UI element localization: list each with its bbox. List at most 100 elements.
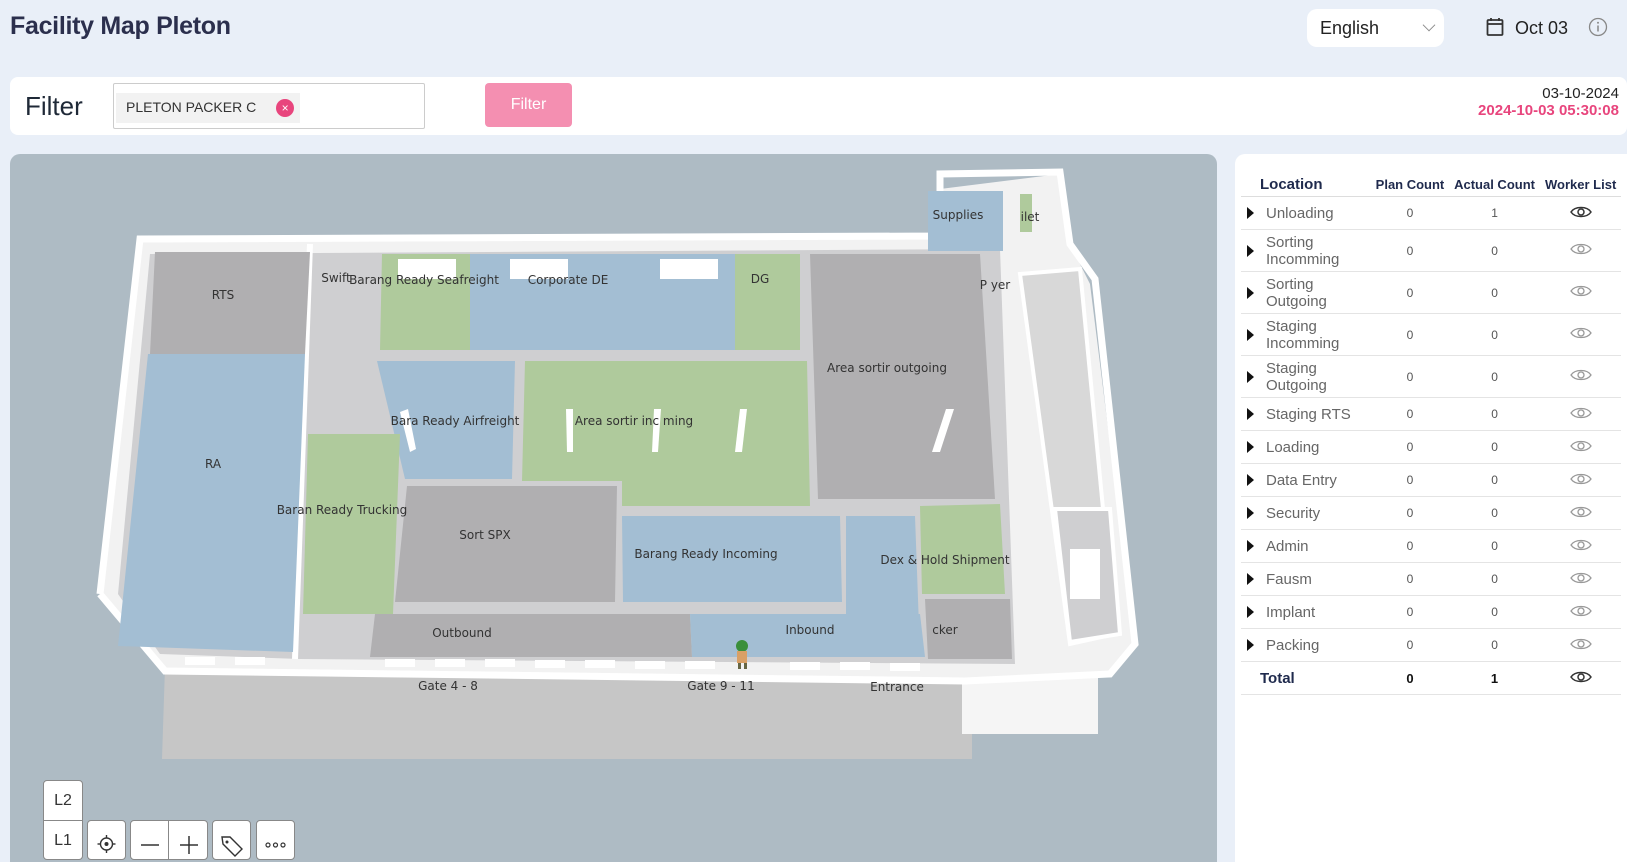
- expand-icon[interactable]: [1247, 370, 1254, 383]
- expand-icon[interactable]: [1247, 606, 1254, 619]
- table-row[interactable]: Staging Outgoing 0 0: [1241, 355, 1621, 398]
- table-row[interactable]: Loading 0 0: [1241, 430, 1621, 464]
- expand-icon[interactable]: [1247, 328, 1254, 341]
- worker-list-cell[interactable]: [1540, 196, 1621, 230]
- expand-icon[interactable]: [1247, 244, 1254, 257]
- eye-icon[interactable]: [1569, 572, 1592, 588]
- total-worker-list[interactable]: [1540, 661, 1621, 695]
- map-label-dex-hold: Dex & Hold Shipment: [880, 553, 1009, 567]
- report-datetime: 2024-10-03 05:30:08: [1478, 102, 1619, 119]
- zone-outbound: [370, 614, 692, 657]
- table-row[interactable]: Security 0 0: [1241, 496, 1621, 530]
- table-row[interactable]: Admin 0 0: [1241, 529, 1621, 563]
- location-cell[interactable]: Data Entry: [1241, 463, 1372, 497]
- location-cell[interactable]: Staging RTS: [1241, 397, 1372, 431]
- eye-icon[interactable]: [1569, 440, 1592, 456]
- eye-icon[interactable]: [1569, 206, 1592, 222]
- level-l1-button[interactable]: L1: [43, 820, 83, 860]
- language-select[interactable]: English: [1307, 9, 1444, 47]
- eye-icon[interactable]: [1569, 638, 1592, 654]
- plan-count-cell: 0: [1371, 397, 1449, 431]
- eye-icon[interactable]: [1569, 243, 1592, 259]
- location-cell[interactable]: Admin: [1241, 529, 1372, 563]
- worker-list-cell[interactable]: [1540, 397, 1621, 431]
- expand-icon[interactable]: [1247, 286, 1254, 299]
- table-row[interactable]: Staging RTS 0 0: [1241, 397, 1621, 431]
- expand-icon[interactable]: [1247, 207, 1254, 220]
- location-cell[interactable]: Sorting Incomming: [1241, 229, 1372, 272]
- eye-icon[interactable]: [1569, 671, 1592, 687]
- level-l2-button[interactable]: L2: [43, 780, 83, 821]
- chip-remove-icon[interactable]: ×: [276, 99, 295, 117]
- expand-icon[interactable]: [1247, 639, 1254, 652]
- eye-icon[interactable]: [1569, 327, 1592, 343]
- map-label-swift: Swift: [321, 271, 351, 285]
- location-cell[interactable]: Unloading: [1241, 196, 1372, 230]
- worker-list-cell[interactable]: [1540, 529, 1621, 563]
- worker-list-cell[interactable]: [1540, 562, 1621, 596]
- map-label-sortir-incoming: Area sortir inc ming: [575, 414, 693, 428]
- location-cell[interactable]: Implant: [1241, 595, 1372, 629]
- eye-icon[interactable]: [1569, 506, 1592, 522]
- locate-icon: [97, 835, 116, 853]
- worker-list-cell[interactable]: [1540, 355, 1621, 398]
- map-label-prayer: P yer: [980, 278, 1011, 292]
- expand-icon[interactable]: [1247, 474, 1254, 487]
- zone-dex-hold-b: [920, 504, 1005, 594]
- more-button[interactable]: [256, 820, 295, 860]
- filter-chip: PLETON PACKER C ×: [116, 93, 301, 123]
- eye-icon[interactable]: [1569, 285, 1592, 301]
- info-icon[interactable]: [1588, 17, 1608, 37]
- expand-icon[interactable]: [1247, 441, 1254, 454]
- eye-icon[interactable]: [1569, 407, 1592, 423]
- locate-button[interactable]: [87, 820, 126, 860]
- eye-icon[interactable]: [1569, 369, 1592, 385]
- worker-list-cell[interactable]: [1540, 595, 1621, 629]
- zone-sort-spx: [395, 486, 617, 602]
- actual-count-cell: 0: [1448, 595, 1541, 629]
- worker-list-cell[interactable]: [1540, 628, 1621, 662]
- filter-button[interactable]: Filter: [485, 83, 572, 127]
- location-cell[interactable]: Loading: [1241, 430, 1372, 464]
- worker-list-cell[interactable]: [1540, 430, 1621, 464]
- table-row[interactable]: Unloading 0 1: [1241, 196, 1621, 230]
- table-row[interactable]: Sorting Outgoing 0 0: [1241, 271, 1621, 314]
- eye-icon[interactable]: [1569, 473, 1592, 489]
- calendar-icon[interactable]: [1486, 17, 1504, 37]
- eye-icon[interactable]: [1569, 539, 1592, 555]
- eye-icon[interactable]: [1569, 605, 1592, 621]
- table-row[interactable]: Implant 0 0: [1241, 595, 1621, 629]
- expand-icon[interactable]: [1247, 573, 1254, 586]
- zoom-out-button[interactable]: [131, 821, 169, 859]
- more-icon: [265, 842, 286, 848]
- actual-count-cell: 0: [1448, 529, 1541, 563]
- location-cell[interactable]: Fausm: [1241, 562, 1372, 596]
- table-row[interactable]: Staging Incomming 0 0: [1241, 313, 1621, 356]
- worker-list-cell[interactable]: [1540, 496, 1621, 530]
- table-row[interactable]: Data Entry 0 0: [1241, 463, 1621, 497]
- floor-plan[interactable]: RTS Swift Barang Ready Seafreight Corpor…: [10, 154, 1217, 862]
- col-plan-count: Plan Count: [1371, 174, 1449, 197]
- table-row[interactable]: Packing 0 0: [1241, 628, 1621, 662]
- filter-input[interactable]: PLETON PACKER C ×: [113, 83, 425, 129]
- worker-list-cell[interactable]: [1540, 463, 1621, 497]
- location-cell[interactable]: Packing: [1241, 628, 1372, 662]
- location-cell[interactable]: Staging Outgoing: [1241, 355, 1372, 398]
- location-cell[interactable]: Staging Incomming: [1241, 313, 1372, 356]
- expand-icon[interactable]: [1247, 408, 1254, 421]
- zoom-in-button[interactable]: [170, 821, 208, 859]
- expand-icon[interactable]: [1247, 507, 1254, 520]
- worker-list-cell[interactable]: [1540, 271, 1621, 314]
- table-row[interactable]: Fausm 0 0: [1241, 562, 1621, 596]
- location-table: Location Plan Count Actual Count Worker …: [1241, 174, 1621, 695]
- worker-list-cell[interactable]: [1540, 229, 1621, 272]
- location-cell[interactable]: Sorting Outgoing: [1241, 271, 1372, 314]
- date-display[interactable]: Oct 03: [1515, 18, 1568, 39]
- facility-map[interactable]: RTS Swift Barang Ready Seafreight Corpor…: [10, 154, 1217, 862]
- table-row[interactable]: Sorting Incomming 0 0: [1241, 229, 1621, 272]
- worker-list-cell[interactable]: [1540, 313, 1621, 356]
- tag-button[interactable]: [212, 820, 251, 860]
- location-cell[interactable]: Security: [1241, 496, 1372, 530]
- actual-count-cell: 0: [1448, 271, 1541, 314]
- expand-icon[interactable]: [1247, 540, 1254, 553]
